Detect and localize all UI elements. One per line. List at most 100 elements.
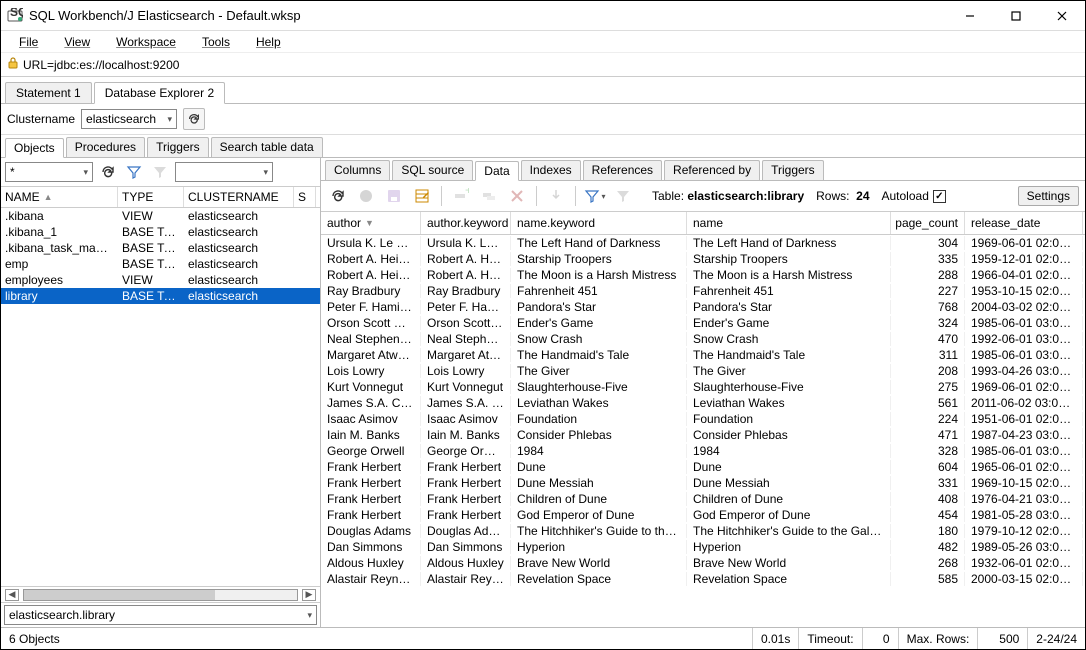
settings-button[interactable]: Settings bbox=[1018, 186, 1079, 206]
app-window: SQL SQL Workbench/J Elasticsearch - Defa… bbox=[0, 0, 1086, 650]
dcol-name[interactable]: name bbox=[687, 212, 891, 234]
edit-table-icon[interactable] bbox=[411, 185, 433, 207]
object-row[interactable]: .kibana_task_managerBASE TABLEelasticsea… bbox=[1, 240, 320, 256]
menu-view[interactable]: View bbox=[52, 33, 102, 51]
menu-tools[interactable]: Tools bbox=[190, 33, 242, 51]
data-row[interactable]: Isaac AsimovIsaac AsimovFoundationFounda… bbox=[321, 411, 1085, 427]
object-row-selected[interactable]: libraryBASE TABLEelasticsearch bbox=[1, 288, 320, 304]
data-row[interactable]: Lois LowryLois LowryThe GiverThe Giver20… bbox=[321, 363, 1085, 379]
data-row[interactable]: Neal StephensonNeal StephensonSnow Crash… bbox=[321, 331, 1085, 347]
tab-statement-1[interactable]: Statement 1 bbox=[5, 82, 92, 103]
dcol-name-keyword[interactable]: name.keyword bbox=[511, 212, 687, 234]
data-row[interactable]: Margaret AtwoodMargaret AtwoodThe Handma… bbox=[321, 347, 1085, 363]
main-tabrow: Statement 1 Database Explorer 2 bbox=[1, 77, 1085, 104]
data-row[interactable]: Ray BradburyRay BradburyFahrenheit 451Fa… bbox=[321, 283, 1085, 299]
minimize-button[interactable] bbox=[947, 1, 993, 31]
dtab-referenced-by[interactable]: Referenced by bbox=[664, 160, 760, 180]
dtab-triggers[interactable]: Triggers bbox=[762, 160, 824, 180]
tab-database-explorer-2[interactable]: Database Explorer 2 bbox=[94, 82, 225, 104]
menu-file[interactable]: File bbox=[7, 33, 50, 51]
data-toolbar: + ▾ Table: elasticsearch:library Rows: 2… bbox=[321, 181, 1085, 212]
dcol-author[interactable]: author▼ bbox=[321, 212, 421, 234]
toolbar-separator bbox=[575, 186, 576, 206]
refresh-data-icon[interactable] bbox=[327, 185, 349, 207]
hscroll-left-icon[interactable]: ◀ bbox=[5, 589, 19, 601]
type-filter-combo[interactable]: *▾ bbox=[5, 162, 93, 182]
data-row[interactable]: Kurt VonnegutKurt VonnegutSlaughterhouse… bbox=[321, 379, 1085, 395]
object-hscrollbar[interactable]: ◀ ▶ bbox=[1, 586, 320, 602]
col-type[interactable]: TYPE bbox=[118, 187, 184, 207]
dtab-columns[interactable]: Columns bbox=[325, 160, 390, 180]
col-name[interactable]: NAME▲ bbox=[1, 187, 118, 207]
clustername-label: Clustername bbox=[7, 112, 75, 126]
dcol-release-date[interactable]: release_date bbox=[965, 212, 1083, 234]
data-row[interactable]: Iain M. BanksIain M. BanksConsider Phleb… bbox=[321, 427, 1085, 443]
data-row[interactable]: James S.A. CoreyJames S.A. CoreyLeviatha… bbox=[321, 395, 1085, 411]
dtab-references[interactable]: References bbox=[583, 160, 662, 180]
object-row[interactable]: employeesVIEWelasticsearch bbox=[1, 272, 320, 288]
menu-help[interactable]: Help bbox=[244, 33, 293, 51]
object-grid-body[interactable]: .kibanaVIEWelasticsearch .kibana_1BASE T… bbox=[1, 208, 320, 586]
data-info: Table: elasticsearch:library Rows: 24 Au… bbox=[652, 189, 946, 203]
data-grid-body[interactable]: Ursula K. Le GuinUrsula K. Le GuinThe Le… bbox=[321, 235, 1085, 627]
refresh-cluster-button[interactable] bbox=[183, 108, 205, 130]
col-s[interactable]: S bbox=[294, 187, 316, 207]
name-filter-combo[interactable]: ▾ bbox=[175, 162, 273, 182]
data-row[interactable]: Alastair ReynoldsAlastair ReynoldsRevela… bbox=[321, 571, 1085, 587]
data-row[interactable]: Frank HerbertFrank HerbertGod Emperor of… bbox=[321, 507, 1085, 523]
explorer-subtabs: Objects Procedures Triggers Search table… bbox=[1, 135, 1085, 158]
dtab-sql-source[interactable]: SQL source bbox=[392, 160, 473, 180]
data-row[interactable]: Peter F. HamiltonPeter F. HamiltonPandor… bbox=[321, 299, 1085, 315]
data-row[interactable]: Dan SimmonsDan SimmonsHyperionHyperion48… bbox=[321, 539, 1085, 555]
data-row[interactable]: Robert A. HeinleinRobert A. HeinleinStar… bbox=[321, 251, 1085, 267]
close-button[interactable] bbox=[1039, 1, 1085, 31]
dtab-indexes[interactable]: Indexes bbox=[521, 160, 581, 180]
maximize-button[interactable] bbox=[993, 1, 1039, 31]
delete-row-icon[interactable] bbox=[506, 185, 528, 207]
svg-text:+: + bbox=[465, 188, 469, 197]
data-row[interactable]: Frank HerbertFrank HerbertChildren of Du… bbox=[321, 491, 1085, 507]
url-bar: URL=jdbc:es://localhost:9200 bbox=[1, 53, 1085, 77]
filter-funnel-clear-icon[interactable] bbox=[149, 161, 171, 183]
main-split: *▾ ▾ NAME▲ TYPE CLUSTERNAME S .kibanaVIE… bbox=[1, 158, 1085, 627]
autoload-label: Autoload bbox=[882, 189, 929, 203]
hscroll-thumb[interactable] bbox=[24, 590, 215, 600]
copy-row-icon[interactable] bbox=[478, 185, 500, 207]
filter-funnel-clear-icon[interactable] bbox=[612, 185, 634, 207]
dtab-data[interactable]: Data bbox=[475, 161, 518, 181]
commit-down-icon[interactable] bbox=[545, 185, 567, 207]
dcol-page-count[interactable]: page_count bbox=[891, 212, 965, 234]
col-clustername[interactable]: CLUSTERNAME bbox=[184, 187, 294, 207]
data-row[interactable]: Aldous HuxleyAldous HuxleyBrave New Worl… bbox=[321, 555, 1085, 571]
subtab-procedures[interactable]: Procedures bbox=[66, 137, 145, 157]
filter-funnel-icon[interactable]: ▾ bbox=[584, 185, 606, 207]
data-row[interactable]: George OrwellGeorge Orwell19841984328198… bbox=[321, 443, 1085, 459]
status-timeout-value[interactable]: 0 bbox=[862, 628, 898, 649]
data-row[interactable]: Douglas AdamsDouglas AdamsThe Hitchhiker… bbox=[321, 523, 1085, 539]
data-row[interactable]: Frank HerbertFrank HerbertDuneDune604196… bbox=[321, 459, 1085, 475]
clustername-select[interactable]: elasticsearch▾ bbox=[81, 109, 177, 129]
object-row[interactable]: .kibana_1BASE TABLEelasticsearch bbox=[1, 224, 320, 240]
toolbar-separator bbox=[536, 186, 537, 206]
subtab-objects[interactable]: Objects bbox=[5, 138, 64, 158]
subtab-triggers[interactable]: Triggers bbox=[147, 137, 209, 157]
menu-workspace[interactable]: Workspace bbox=[104, 33, 188, 51]
data-row[interactable]: Frank HerbertFrank HerbertDune MessiahDu… bbox=[321, 475, 1085, 491]
data-row[interactable]: Robert A. HeinleinRobert A. HeinleinThe … bbox=[321, 267, 1085, 283]
save-icon[interactable] bbox=[383, 185, 405, 207]
stop-icon[interactable] bbox=[355, 185, 377, 207]
dcol-author-keyword[interactable]: author.keyword bbox=[421, 212, 511, 234]
object-row[interactable]: .kibanaVIEWelasticsearch bbox=[1, 208, 320, 224]
filter-funnel-icon[interactable] bbox=[123, 161, 145, 183]
insert-row-icon[interactable]: + bbox=[450, 185, 472, 207]
data-row[interactable]: Ursula K. Le GuinUrsula K. Le GuinThe Le… bbox=[321, 235, 1085, 251]
selected-object-combo[interactable]: elasticsearch.library▾ bbox=[4, 605, 317, 625]
data-row[interactable]: Orson Scott CardOrson Scott CardEnder's … bbox=[321, 315, 1085, 331]
subtab-search-table-data[interactable]: Search table data bbox=[211, 137, 323, 157]
refresh-icon[interactable] bbox=[97, 161, 119, 183]
status-position: 2-24/24 bbox=[1027, 628, 1085, 649]
hscroll-right-icon[interactable]: ▶ bbox=[302, 589, 316, 601]
status-maxrows-value[interactable]: 500 bbox=[977, 628, 1027, 649]
autoload-checkbox[interactable]: ✓ bbox=[933, 190, 946, 203]
object-row[interactable]: empBASE TABLEelasticsearch bbox=[1, 256, 320, 272]
